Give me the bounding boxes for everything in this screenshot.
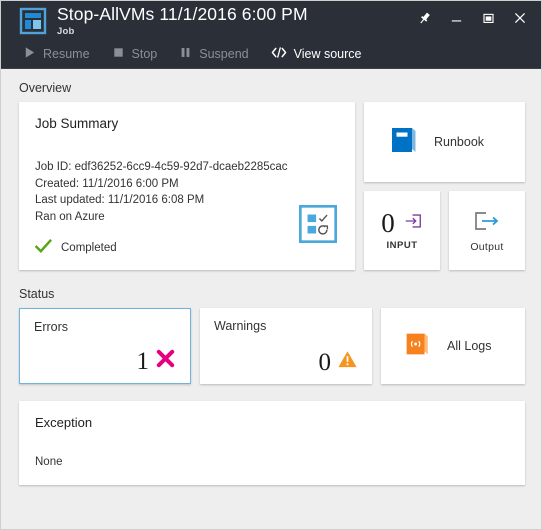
stop-button[interactable]: Stop (112, 46, 158, 62)
all-logs-label: All Logs (447, 339, 492, 353)
content-area: Overview Job Summary Job ID: edf36252-6c… (1, 69, 541, 529)
output-tile[interactable]: Output (449, 191, 525, 270)
close-icon[interactable] (505, 5, 535, 31)
job-summary-title: Job Summary (35, 116, 119, 131)
play-icon (23, 46, 36, 62)
view-source-button[interactable]: View source (271, 46, 362, 62)
overview-row: Job Summary Job ID: edf36252-6cc9-4c59-9… (19, 102, 525, 270)
window-title: Stop-AllVMs 11/1/2016 6:00 PM (57, 4, 308, 24)
runbook-label: Runbook (434, 135, 485, 149)
warnings-count: 0 (318, 348, 332, 376)
created-line: Created: 11/1/2016 6:00 PM (35, 177, 179, 190)
input-label: INPUT (386, 240, 418, 251)
errors-tile[interactable]: Errors 1 (19, 308, 191, 384)
job-id-line: Job ID: edf36252-6cc9-4c59-92d7-dcaeb228… (35, 161, 288, 173)
job-summary-details: Job ID: edf36252-6cc9-4c59-92d7-dcaeb228… (35, 159, 339, 225)
stop-square-icon (112, 46, 125, 62)
output-arrow-icon (472, 209, 502, 238)
code-brackets-icon (271, 46, 287, 62)
pin-icon[interactable] (409, 5, 439, 31)
blue-book-icon (386, 123, 420, 162)
job-details-window: Stop-AllVMs 11/1/2016 6:00 PM Job Resume… (0, 0, 542, 530)
output-top (472, 209, 502, 238)
overview-section-label: Overview (19, 81, 72, 95)
overview-right-column: Runbook 0 INPUT Output (364, 102, 525, 270)
output-label: Output (470, 240, 504, 253)
job-status-row: Completed (34, 238, 339, 257)
input-arrow-icon (403, 211, 423, 236)
exception-title: Exception (35, 415, 93, 430)
input-top: 0 (381, 210, 423, 237)
view-source-label: View source (293, 47, 362, 61)
minimize-icon[interactable] (441, 5, 471, 31)
status-section-label: Status (19, 287, 55, 301)
title-bar: Stop-AllVMs 11/1/2016 6:00 PM Job (1, 1, 541, 40)
pink-x-icon (155, 348, 176, 374)
suspend-button[interactable]: Suspend (179, 46, 249, 62)
warnings-label: Warnings (214, 319, 267, 333)
input-count: 0 (381, 208, 395, 238)
title-block: Stop-AllVMs 11/1/2016 6:00 PM Job (57, 4, 308, 37)
orange-logs-book-icon (401, 328, 433, 365)
exception-tile[interactable]: Exception None (19, 401, 525, 485)
all-logs-tile[interactable]: All Logs (381, 308, 525, 384)
last-updated-line: Last updated: 11/1/2016 6:08 PM (35, 194, 205, 206)
exception-body: None (35, 456, 63, 468)
window-controls (409, 5, 535, 31)
orange-warning-triangle-icon (337, 349, 358, 375)
checklist-icon (298, 204, 338, 248)
job-summary-tile[interactable]: Job Summary Job ID: edf36252-6cc9-4c59-9… (19, 102, 355, 270)
errors-label: Errors (34, 320, 69, 334)
pause-icon (179, 46, 192, 62)
dashboard-tiles-icon (19, 7, 47, 35)
warnings-value-row: 0 (214, 349, 358, 375)
resume-label: Resume (43, 47, 90, 61)
ran-on-line: Ran on Azure (35, 210, 105, 223)
stop-label: Stop (131, 47, 158, 61)
runbook-tile[interactable]: Runbook (364, 102, 525, 182)
io-row: 0 INPUT Output (364, 191, 525, 270)
command-bar: Resume Stop Suspend View source (1, 40, 541, 69)
input-tile[interactable]: 0 INPUT (364, 191, 440, 270)
warnings-tile[interactable]: Warnings 0 (200, 308, 372, 384)
errors-count: 1 (136, 347, 150, 375)
resume-button[interactable]: Resume (23, 46, 90, 62)
status-row: Errors 1 Warnings 0 All Logs (19, 308, 525, 384)
errors-value-row: 1 (34, 348, 176, 374)
suspend-label: Suspend (199, 47, 249, 61)
job-status-label: Completed (61, 242, 117, 254)
window-subtitle: Job (57, 25, 75, 37)
maximize-icon[interactable] (473, 5, 503, 31)
green-checkmark-icon (34, 238, 52, 257)
